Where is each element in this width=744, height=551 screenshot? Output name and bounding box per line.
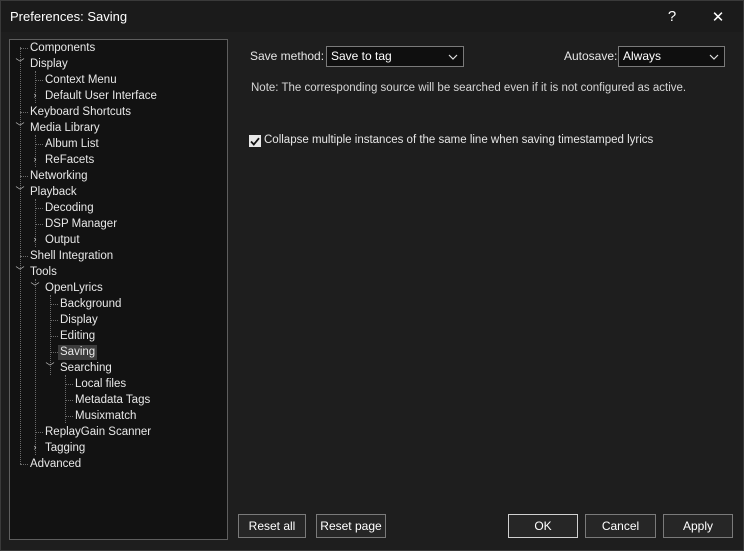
- chevron-right-icon[interactable]: ›: [30, 440, 40, 455]
- tree-line: [50, 304, 58, 305]
- close-icon: ✕: [711, 8, 725, 26]
- tree-item-refacets[interactable]: ReFacets: [43, 153, 96, 168]
- title-bar: Preferences: Saving ? ✕: [1, 1, 743, 32]
- tree-line: [20, 176, 28, 177]
- tree-item-networking[interactable]: Networking: [28, 169, 90, 184]
- tree-line: [65, 384, 73, 385]
- tree-item-searching[interactable]: Searching: [58, 361, 114, 376]
- save-method-label: Save method:: [250, 49, 325, 63]
- tree-item-musixmatch[interactable]: Musixmatch: [73, 409, 138, 424]
- chevron-down-icon[interactable]: ﹀: [45, 360, 55, 375]
- checkmark-icon: [250, 137, 260, 146]
- tree-item-decoding[interactable]: Decoding: [43, 201, 96, 216]
- tree-item-album-list[interactable]: Album List: [43, 137, 101, 152]
- tree-item-playback[interactable]: Playback: [28, 185, 79, 200]
- tree-line: [20, 48, 28, 49]
- tree-line: [35, 432, 43, 433]
- chevron-down-icon[interactable]: ﹀: [30, 280, 40, 295]
- help-icon: ?: [667, 8, 677, 25]
- tree-line: [20, 464, 28, 465]
- tree-line: [50, 352, 58, 353]
- chevron-down-icon[interactable]: ﹀: [15, 184, 25, 199]
- cancel-button[interactable]: Cancel: [585, 514, 656, 538]
- preferences-tree[interactable]: ﹀ › ﹀ › ﹀ › ﹀ ﹀ ﹀ › Components Display C…: [9, 39, 228, 540]
- tree-item-tagging[interactable]: Tagging: [43, 441, 87, 456]
- tree-item-display[interactable]: Display: [28, 57, 70, 72]
- tree-item-background[interactable]: Background: [58, 297, 123, 312]
- tree-item-output[interactable]: Output: [43, 233, 82, 248]
- tree-item-metadata-tags[interactable]: Metadata Tags: [73, 393, 152, 408]
- chevron-right-icon[interactable]: ›: [30, 152, 40, 167]
- save-method-value: Save to tag: [331, 49, 392, 63]
- tree-item-openlyrics-display[interactable]: Display: [58, 313, 100, 328]
- tree-item-shell-integration[interactable]: Shell Integration: [28, 249, 115, 264]
- tree-item-advanced[interactable]: Advanced: [28, 457, 83, 472]
- collapse-lines-checkbox[interactable]: [249, 135, 261, 147]
- tree-line: [35, 144, 43, 145]
- tree-item-components[interactable]: Components: [28, 41, 97, 56]
- tree-line: [50, 336, 58, 337]
- chevron-down-icon: [708, 47, 720, 66]
- preferences-window: Preferences: Saving ? ✕ ﹀ › ﹀ › ﹀ › ﹀ ﹀ …: [0, 0, 744, 551]
- tree-line: [35, 80, 43, 81]
- autosave-label: Autosave:: [564, 49, 618, 63]
- tree-item-editing[interactable]: Editing: [58, 329, 97, 344]
- tree-line: [20, 112, 28, 113]
- tree-item-local-files[interactable]: Local files: [73, 377, 128, 392]
- chevron-right-icon[interactable]: ›: [30, 232, 40, 247]
- tree-item-replaygain-scanner[interactable]: ReplayGain Scanner: [43, 425, 153, 440]
- chevron-down-icon[interactable]: ﹀: [15, 120, 25, 135]
- reset-page-button[interactable]: Reset page: [316, 514, 386, 538]
- tree-item-default-user-interface[interactable]: Default User Interface: [43, 89, 159, 104]
- autosave-value: Always: [623, 49, 662, 63]
- autosave-select[interactable]: Always: [618, 46, 725, 67]
- chevron-down-icon: [447, 47, 459, 66]
- tree-item-keyboard-shortcuts[interactable]: Keyboard Shortcuts: [28, 105, 133, 120]
- close-button[interactable]: ✕: [695, 1, 741, 32]
- source-note: Note: The corresponding source will be s…: [251, 82, 687, 94]
- apply-button[interactable]: Apply: [663, 514, 733, 538]
- tree-line: [35, 224, 43, 225]
- tree-item-media-library[interactable]: Media Library: [28, 121, 102, 136]
- ok-button[interactable]: OK: [508, 514, 578, 538]
- tree-line: [65, 400, 73, 401]
- tree-line: [20, 256, 28, 257]
- tree-line: [35, 279, 36, 455]
- chevron-right-icon[interactable]: ›: [30, 88, 40, 103]
- tree-item-saving[interactable]: Saving: [58, 345, 98, 360]
- tree-item-openlyrics[interactable]: OpenLyrics: [43, 281, 105, 296]
- tree-line: [50, 320, 58, 321]
- tree-item-dsp-manager[interactable]: DSP Manager: [43, 217, 119, 232]
- chevron-down-icon[interactable]: ﹀: [15, 264, 25, 279]
- reset-all-button[interactable]: Reset all: [238, 514, 306, 538]
- chevron-down-icon[interactable]: ﹀: [15, 56, 25, 71]
- tree-item-tools[interactable]: Tools: [28, 265, 59, 280]
- save-method-select[interactable]: Save to tag: [326, 46, 464, 67]
- tree-item-context-menu[interactable]: Context Menu: [43, 73, 119, 88]
- tree-line: [35, 208, 43, 209]
- tree-line: [65, 416, 73, 417]
- window-title: Preferences: Saving: [10, 9, 128, 24]
- collapse-lines-label[interactable]: Collapse multiple instances of the same …: [264, 134, 653, 146]
- help-button[interactable]: ?: [649, 1, 695, 32]
